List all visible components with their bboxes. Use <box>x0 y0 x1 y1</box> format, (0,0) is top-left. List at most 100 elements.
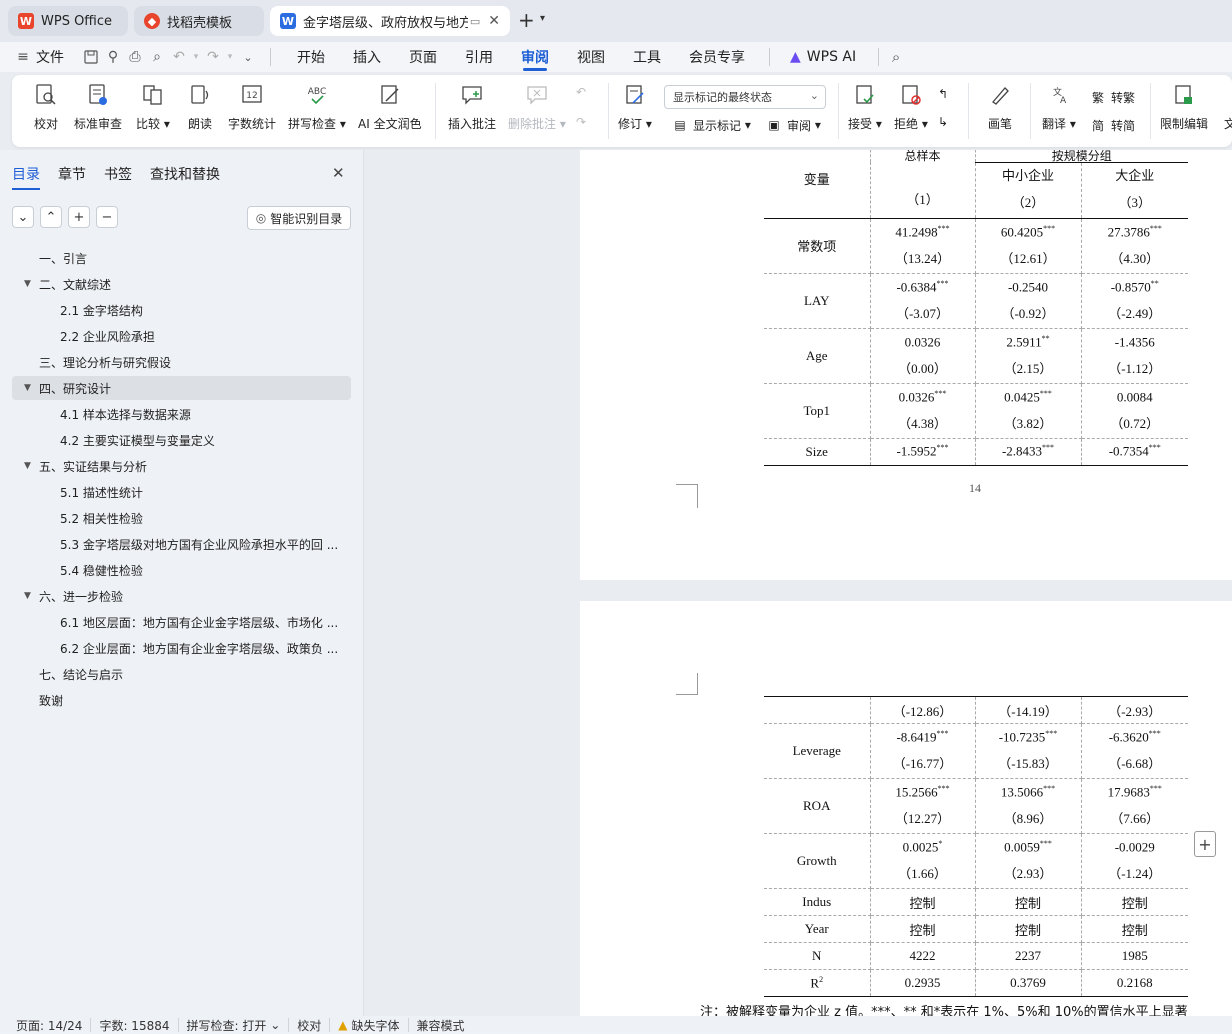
menu-reference[interactable]: 引用 <box>465 42 493 72</box>
toc-item[interactable]: 三、理论分析与研究假设 <box>12 350 351 374</box>
file-menu[interactable]: 文件 <box>36 42 64 72</box>
print-icon[interactable]: ⎙ <box>124 46 146 68</box>
add-row-icon[interactable]: + <box>1194 831 1216 857</box>
to-traditional-button[interactable]: 繁转繁 <box>1088 87 1135 107</box>
show-markup-button[interactable]: ▤ 显示标记 ▾ <box>670 115 751 135</box>
page-number: 14 <box>969 481 981 495</box>
navigation-pane: 目录 章节 书签 查找和替换 ✕ ⌄ ⌃ + − ◎ 智能识别目录 一、引言 ▼ 二… <box>0 150 364 1016</box>
toc-item[interactable]: 2.2 企业风险承担 <box>12 324 351 348</box>
tab-toc[interactable]: 目录 <box>12 164 40 190</box>
new-tab-icon[interactable]: + <box>518 8 535 32</box>
chevron-down-icon[interactable]: ⌄ <box>12 206 34 228</box>
accept-button[interactable]: 接受 ▾ <box>848 81 882 132</box>
read-aloud-button[interactable]: 朗读 <box>186 81 214 132</box>
toc-item[interactable]: ▼ 二、文献综述 <box>12 272 351 296</box>
markup-state-select[interactable]: 显示标记的最终状态 ⌄ <box>664 85 826 109</box>
prev-change-icon[interactable]: ↰ <box>938 87 948 101</box>
close-icon[interactable]: ✕ <box>332 164 345 182</box>
to-simplified-button[interactable]: 简转简 <box>1088 115 1135 135</box>
search-icon[interactable]: ⌕ <box>885 46 907 68</box>
menu-wps-ai[interactable]: ▲ WPS AI <box>790 42 856 72</box>
proof-indicator[interactable]: 校对 <box>289 1018 331 1033</box>
document-cut-button[interactable]: 文 <box>1224 115 1232 132</box>
toc-item[interactable]: 6.1 地区层面：地方国有企业金字塔层级、市场化 ... <box>12 610 351 634</box>
toc-item[interactable]: 5.3 金字塔层级对地方国有企业风险承担水平的回 ... <box>12 532 351 556</box>
undo-icon[interactable]: ↶ <box>168 46 190 68</box>
more-chevron-icon[interactable]: ⌄ <box>236 46 260 68</box>
menu-tools[interactable]: 工具 <box>633 42 661 72</box>
next-change-icon[interactable]: ↳ <box>938 115 948 129</box>
redo-icon[interactable]: ↷ <box>202 46 224 68</box>
toc-item[interactable]: ▼ 六、进一步检验 <box>12 584 351 608</box>
toc-item[interactable]: 2.1 金字塔结构 <box>12 298 351 322</box>
expand-triangle-icon[interactable]: ▼ <box>24 279 31 289</box>
expand-triangle-icon[interactable]: ▼ <box>24 383 31 393</box>
add-icon[interactable]: + <box>68 206 90 228</box>
compat-mode-indicator: 兼容模式 <box>416 1018 465 1033</box>
toc-item[interactable]: 一、引言 <box>12 246 351 270</box>
brush-icon[interactable]: ⚲ <box>102 46 124 68</box>
print-preview-icon[interactable]: ⌕ <box>146 46 168 68</box>
tab-document[interactable]: W 金字塔层级、政府放权与地方国 ▭ ✕ <box>270 6 510 36</box>
menu-member[interactable]: 会员专享 <box>689 42 745 72</box>
menu-review[interactable]: 审阅 <box>521 42 549 72</box>
chevron-down-icon[interactable]: ▾ <box>224 46 236 68</box>
toc-item[interactable]: 4.1 样本选择与数据来源 <box>12 402 351 426</box>
col-header-1: （1） <box>870 162 976 219</box>
menu-view[interactable]: 视图 <box>577 42 605 72</box>
word-count-indicator[interactable]: 字数: 15884 <box>91 1018 179 1033</box>
pen-button[interactable]: 画笔 <box>986 81 1014 132</box>
toc-item[interactable]: ▼ 五、实证结果与分析 <box>12 454 351 478</box>
delete-comment-button[interactable]: 删除批注 ▾ <box>508 81 566 132</box>
expand-triangle-icon[interactable]: ▼ <box>24 461 31 471</box>
toc-item[interactable]: 5.1 描述性统计 <box>12 480 351 504</box>
chevron-up-icon[interactable]: ⌃ <box>40 206 62 228</box>
accept-icon <box>851 81 879 109</box>
chevron-down-icon[interactable]: ▾ <box>190 46 202 68</box>
menu-page[interactable]: 页面 <box>409 42 437 72</box>
word-count-button[interactable]: 12 字数统计 <box>228 81 276 132</box>
value-cell: 1985 <box>1080 942 1188 970</box>
save-icon[interactable] <box>80 46 102 68</box>
spell-check-button[interactable]: ABC 拼写检查 ▾ <box>288 81 346 132</box>
standard-review-button[interactable]: 标准审查 <box>74 81 122 132</box>
toc-item[interactable]: 致谢 <box>12 688 351 712</box>
proofread-button[interactable]: 校对 <box>32 81 60 132</box>
value-cell: 2237 <box>974 942 1082 970</box>
tab-find-replace[interactable]: 查找和替换 <box>150 164 220 184</box>
tab-chapters[interactable]: 章节 <box>58 164 86 184</box>
minus-icon[interactable]: − <box>96 206 118 228</box>
toc-item[interactable]: ▼ 四、研究设计 <box>12 376 351 400</box>
chevron-down-icon[interactable]: ▾ <box>540 13 545 24</box>
track-changes-button[interactable]: 修订 ▾ <box>618 81 652 132</box>
toc-item[interactable]: 七、结论与启示 <box>12 662 351 686</box>
expand-triangle-icon[interactable]: ▼ <box>24 591 31 601</box>
prev-comment-icon[interactable]: ↶ <box>576 85 586 99</box>
toc-item[interactable]: 4.2 主要实证模型与变量定义 <box>12 428 351 452</box>
compare-button[interactable]: 比较 ▾ <box>136 81 170 132</box>
tab-docer[interactable]: ◆ 找稻壳模板 <box>134 6 264 36</box>
tab-wps-office[interactable]: W WPS Office <box>8 6 128 36</box>
next-comment-icon[interactable]: ↷ <box>576 115 586 129</box>
menu-insert[interactable]: 插入 <box>353 42 381 72</box>
menu-hamburger-icon[interactable]: ≡ <box>12 46 34 68</box>
tab-bookmarks[interactable]: 书签 <box>104 164 132 184</box>
missing-font-indicator[interactable]: ▲ 缺失字体 <box>330 1018 409 1033</box>
spell-check-indicator[interactable]: 拼写检查: 打开 ⌄ <box>179 1018 290 1033</box>
translate-button[interactable]: 文A 翻译 ▾ <box>1042 81 1076 132</box>
ai-polish-button[interactable]: AI 全文润色 <box>358 81 422 132</box>
monitor-icon[interactable]: ▭ <box>470 15 480 28</box>
review-pane-button[interactable]: ▣ 审阅 ▾ <box>764 115 821 135</box>
var-name: Year <box>764 915 871 943</box>
insert-comment-button[interactable]: 插入批注 <box>448 81 496 132</box>
toc-item[interactable]: 5.4 稳健性检验 <box>12 558 351 582</box>
smart-toc-button[interactable]: ◎ 智能识别目录 <box>247 206 351 230</box>
menu-start[interactable]: 开始 <box>297 42 325 72</box>
page-indicator[interactable]: 页面: 14/24 <box>0 1018 92 1033</box>
restrict-edit-button[interactable]: 限制编辑 <box>1160 81 1208 132</box>
spell-check-label: 拼写检查 ▾ <box>288 117 346 131</box>
close-icon[interactable]: ✕ <box>488 13 500 29</box>
toc-item[interactable]: 6.2 企业层面：地方国有企业金字塔层级、政策负 ... <box>12 636 351 660</box>
toc-item[interactable]: 5.2 相关性检验 <box>12 506 351 530</box>
reject-button[interactable]: 拒绝 ▾ <box>894 81 928 132</box>
